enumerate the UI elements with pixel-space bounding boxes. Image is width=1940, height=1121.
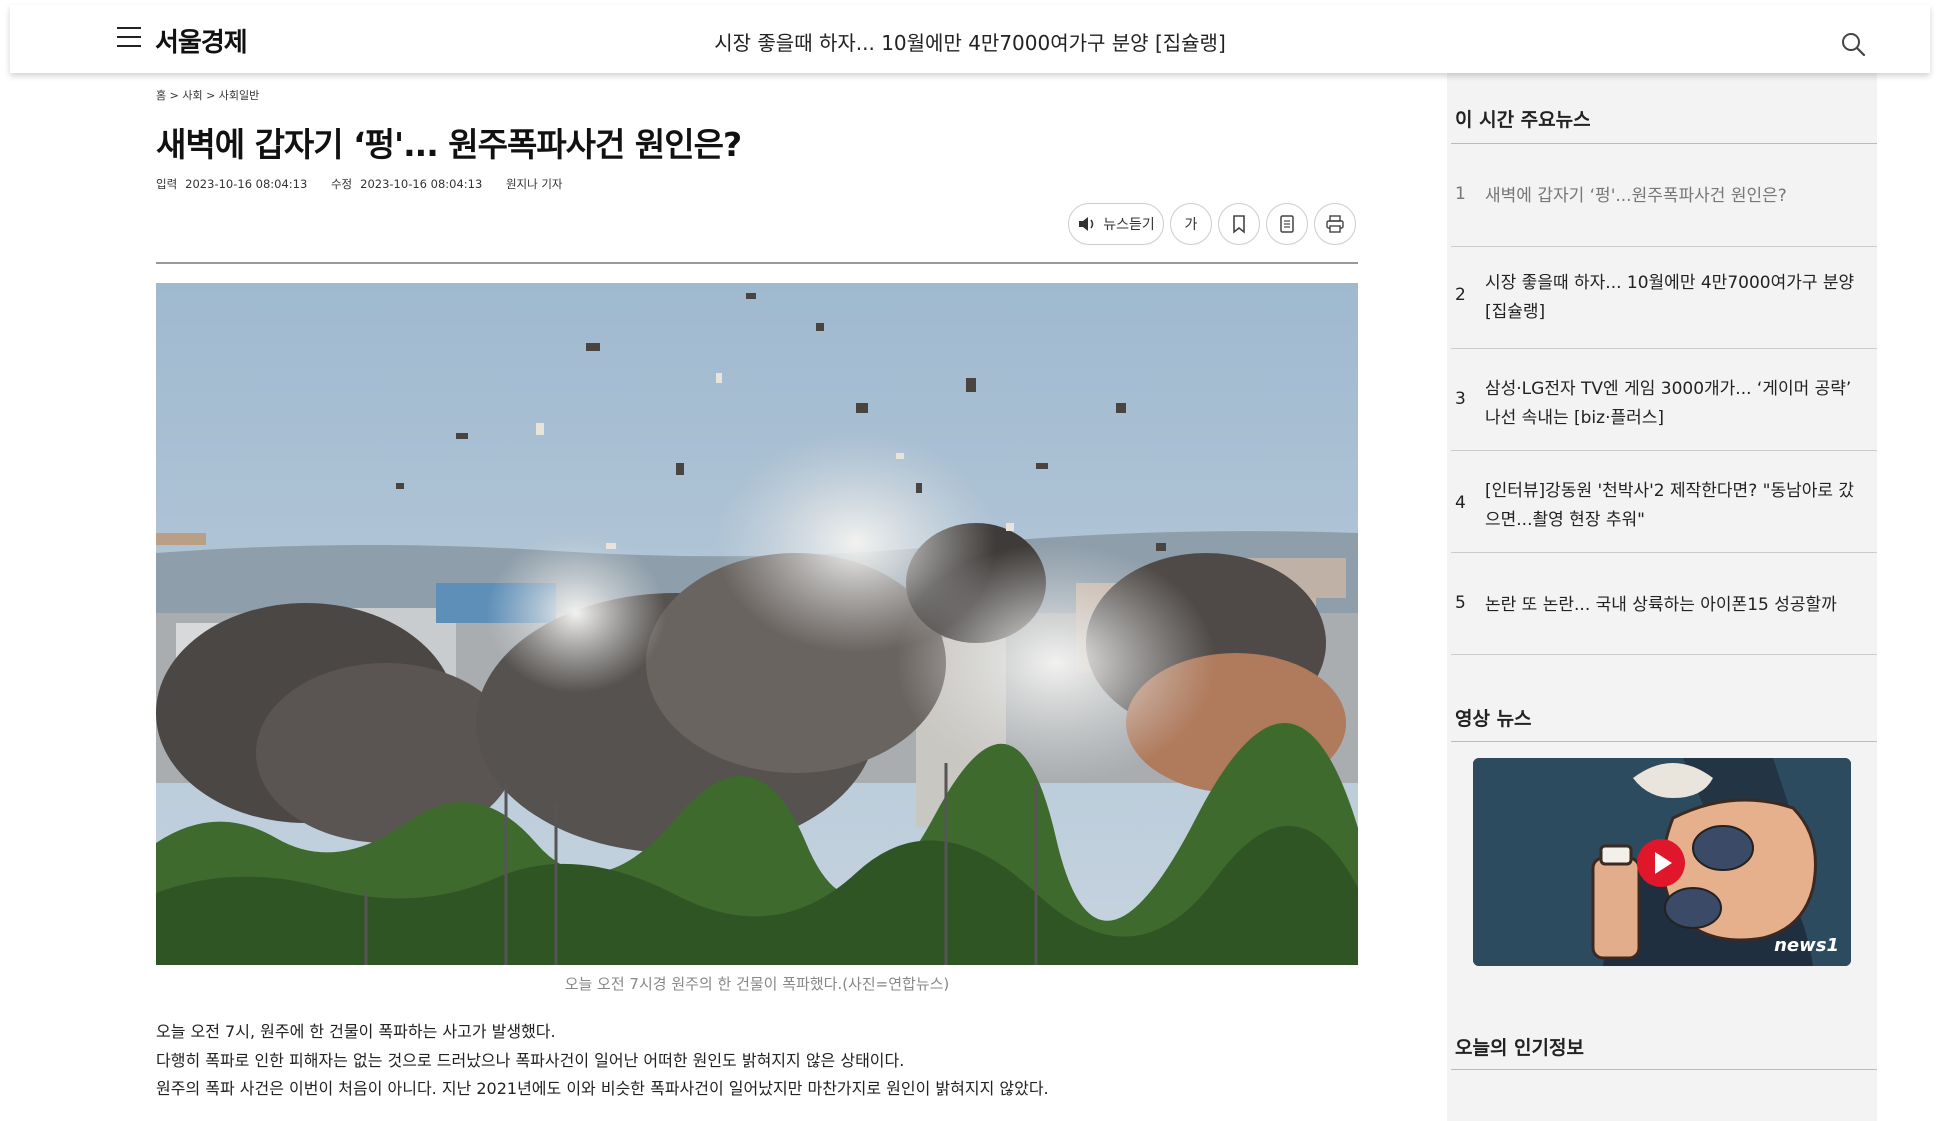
font-size-button[interactable]: 가 (1170, 203, 1212, 245)
top-news-item[interactable]: 4 [인터뷰]강동원 '천박사'2 제작한다면? "동남아로 갔으면...촬영 … (1451, 451, 1877, 553)
article-paragraph: 오늘 오전 7시, 원주에 한 건물이 폭파하는 사고가 발생했다. (156, 1022, 556, 1041)
play-icon[interactable] (1636, 838, 1686, 888)
reporter-name: 원지나 기자 (505, 177, 563, 191)
top-news-item[interactable]: 2 시장 좋을때 하자... 10월에만 4만7000여가구 분양 [집슐랭] (1451, 247, 1877, 349)
title-divider (156, 262, 1358, 264)
video-thumbnail[interactable]: news1 (1473, 758, 1851, 966)
header-headline[interactable]: 시장 좋을때 하자... 10월에만 4만7000여가구 분양 [집슐랭] (10, 27, 1930, 56)
top-news-title: 이 시간 주요뉴스 (1455, 109, 1591, 131)
copy-button[interactable] (1266, 203, 1308, 245)
news1-logo: news1 (1774, 935, 1839, 956)
breadcrumb[interactable]: 홈 > 사회 > 사회일반 (156, 87, 259, 103)
news-headline: 새벽에 갑자기 ‘펑'...원주폭파사건 원인은? (1485, 186, 1787, 206)
edit-time: 2023-10-16 08:04:13 (360, 177, 483, 191)
site-header: 서울경제 시장 좋을때 하자... 10월에만 4만7000여가구 분양 [집슐… (10, 5, 1930, 73)
font-size-label: 가 (1184, 217, 1198, 233)
document-icon (1280, 215, 1294, 233)
speaker-icon (1079, 217, 1094, 231)
news-headline: [인터뷰]강동원 '천박사'2 제작한다면? "동남아로 갔으면...촬영 현장… (1485, 481, 1855, 530)
input-time: 2023-10-16 08:04:13 (185, 177, 308, 191)
news-headline: 시장 좋을때 하자... 10월에만 4만7000여가구 분양 [집슐랭] (1485, 273, 1855, 322)
video-news-title: 영상 뉴스 (1455, 708, 1532, 730)
article-paragraph: 다행히 폭파로 인한 피해자는 없는 것으로 드러났으나 폭파사건이 일어난 어… (156, 1050, 905, 1070)
news-headline: 논란 또 논란... 국내 상륙하는 아이폰15 성공할까 (1485, 595, 1837, 615)
top-news-item[interactable]: 5 논란 또 논란... 국내 상륙하는 아이폰15 성공할까 (1451, 553, 1877, 655)
top-news-item[interactable]: 3 삼성·LG전자 TV엔 게임 3000개가... ‘게이머 공략’ 나선 속… (1451, 349, 1877, 451)
article-paragraph: 원주의 폭파 사건은 이번이 처음이 아니다. 지난 2021년에도 이와 비슷… (156, 1079, 1049, 1098)
photo-caption: 오늘 오전 7시경 원주의 한 건물이 폭파했다.(사진=연합뉴스) (564, 975, 950, 993)
popular-info-rule (1451, 1069, 1877, 1070)
top-news-item[interactable]: 1 새벽에 갑자기 ‘펑'...원주폭파사건 원인은? (1451, 144, 1877, 247)
listen-news-label: 뉴스듣기 (1103, 217, 1155, 233)
news-rank: 5 (1455, 593, 1466, 613)
search-icon[interactable] (1840, 31, 1866, 57)
article-tools: 뉴스듣기 가 (1068, 203, 1356, 247)
news-headline: 삼성·LG전자 TV엔 게임 3000개가... ‘게이머 공략’ 나선 속내는… (1485, 379, 1852, 428)
listen-news-button[interactable]: 뉴스듣기 (1068, 203, 1164, 245)
print-icon (1326, 215, 1344, 233)
article-body: 오늘 오전 7시, 원주에 한 건물이 폭파하는 사고가 발생했다. 다행히 폭… (156, 1018, 1049, 1104)
news-rank: 1 (1455, 184, 1466, 204)
print-button[interactable] (1314, 203, 1356, 245)
article-title: 새벽에 갑자기 ‘펑'... 원주폭파사건 원인은? (156, 125, 742, 164)
input-label: 입력 (156, 177, 178, 191)
article-meta: 입력 2023-10-16 08:04:13 수정 2023-10-16 08:04… (156, 176, 583, 192)
edit-label: 수정 (330, 177, 353, 191)
article-photo (156, 283, 1358, 965)
bookmark-button[interactable] (1218, 203, 1260, 245)
sidebar: 이 시간 주요뉴스 1 새벽에 갑자기 ‘펑'...원주폭파사건 원인은? 2 … (1447, 73, 1877, 1121)
popular-info-title: 오늘의 인기정보 (1455, 1037, 1584, 1059)
bookmark-icon (1233, 215, 1245, 234)
news-rank: 4 (1455, 493, 1466, 513)
news-rank: 3 (1455, 389, 1466, 409)
video-news-rule (1451, 741, 1877, 742)
news-rank: 2 (1455, 285, 1466, 305)
